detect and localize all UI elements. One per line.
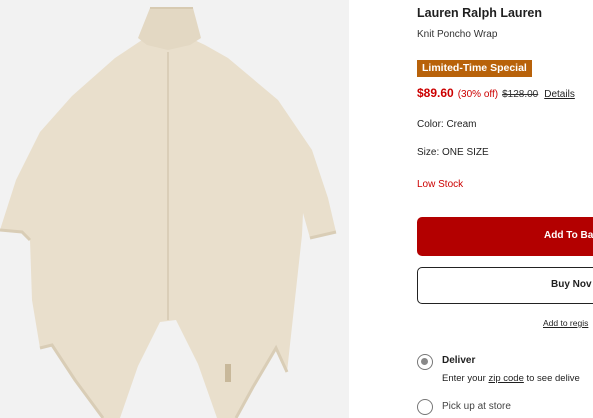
- promo-badge: Limited-Time Special: [417, 60, 532, 77]
- zip-code-link[interactable]: zip code: [488, 373, 523, 384]
- buy-now-label: Buy Nov: [551, 279, 592, 290]
- add-to-bag-label: Add To Ba: [544, 230, 593, 241]
- stock-status: Low Stock: [417, 179, 464, 190]
- zip-prompt-prefix: Enter your: [442, 373, 486, 384]
- original-price: $128.00: [502, 89, 539, 100]
- product-info-panel: Lauren Ralph Lauren Knit Poncho Wrap Lim…: [417, 0, 593, 418]
- add-to-bag-button[interactable]: Add To Ba: [417, 217, 593, 256]
- sale-price: $89.60: [417, 86, 454, 100]
- deliver-radio[interactable]: [417, 354, 433, 370]
- pickup-label[interactable]: Pick up at store: [442, 401, 511, 412]
- deliver-label[interactable]: Deliver: [442, 355, 475, 366]
- add-to-registry-link[interactable]: Add to regis: [543, 318, 588, 328]
- brand-name[interactable]: Lauren Ralph Lauren: [417, 6, 542, 20]
- price-row: $89.60 (30% off) $128.00 Details: [417, 86, 575, 100]
- color-label: Color: Cream: [417, 119, 477, 130]
- price-details-link[interactable]: Details: [544, 89, 575, 100]
- zip-prompt-suffix: to see delive: [526, 373, 580, 384]
- pickup-radio[interactable]: [417, 399, 433, 415]
- product-name: Knit Poncho Wrap: [417, 29, 498, 40]
- poncho-illustration: [0, 0, 349, 418]
- zip-prompt: Enter your zip code to see delive: [442, 373, 580, 384]
- buy-now-button[interactable]: Buy Nov: [417, 267, 593, 304]
- product-image[interactable]: [0, 0, 349, 418]
- discount-percent: (30% off): [457, 89, 499, 100]
- size-label: Size: ONE SIZE: [417, 147, 489, 158]
